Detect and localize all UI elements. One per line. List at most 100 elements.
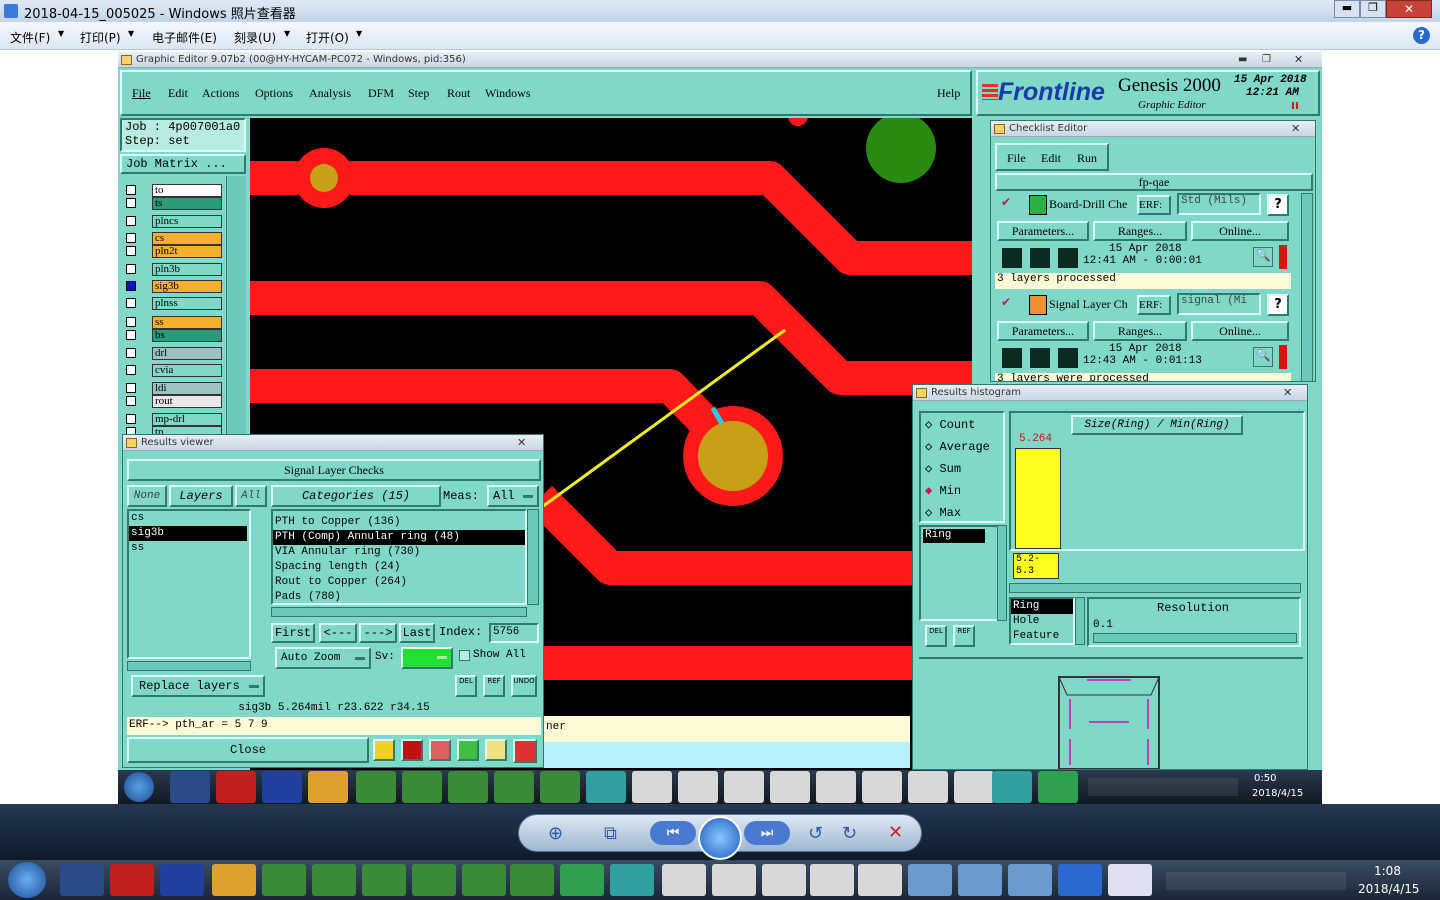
radio-min[interactable]: ◆ Min	[925, 483, 961, 498]
help-icon[interactable]: ?	[1267, 194, 1289, 216]
photo-viewer-icon[interactable]	[958, 864, 1002, 896]
checklist-menu-run[interactable]: Run	[1077, 151, 1097, 166]
close-button[interactable]: ✕	[1386, 0, 1432, 18]
layer-row-ss[interactable]: ss	[126, 316, 222, 329]
results-viewer-close-button[interactable]: ✕	[517, 435, 526, 450]
run-icon[interactable]	[1057, 347, 1079, 369]
layer-name[interactable]: mp-drl	[152, 413, 222, 426]
radio-max[interactable]: ◇ Max	[925, 505, 961, 520]
layer-name[interactable]: ss	[152, 316, 222, 329]
ge-menu-analysis[interactable]: Analysis	[309, 86, 351, 101]
window-icon[interactable]	[770, 771, 810, 803]
excel-icon[interactable]	[262, 864, 306, 896]
frontline-f-icon[interactable]	[1038, 771, 1078, 803]
index-field[interactable]: 5756	[489, 623, 539, 643]
ge-menu-actions[interactable]: Actions	[202, 86, 239, 101]
layer-name[interactable]: drl	[152, 347, 222, 360]
layer-row-plnss[interactable]: plnss	[126, 297, 222, 310]
ie-icon[interactable]	[60, 864, 104, 896]
window-icon[interactable]	[858, 864, 902, 896]
run-icon[interactable]	[1057, 247, 1079, 269]
layer-checkbox[interactable]	[126, 246, 136, 256]
list-item-selected[interactable]: Ring	[923, 529, 985, 543]
layer-checkbox[interactable]	[126, 396, 136, 406]
window-icon[interactable]	[810, 864, 854, 896]
category-list-hscroll[interactable]	[271, 607, 527, 617]
excel-icon[interactable]	[494, 771, 534, 803]
layer-row-cs[interactable]: cs	[126, 232, 222, 245]
start-button[interactable]	[8, 862, 46, 898]
window-icon[interactable]	[662, 864, 706, 896]
erf-value[interactable]: Std (Mils)	[1177, 193, 1261, 215]
ge-close-button[interactable]: ✕	[1294, 52, 1303, 67]
layer-name[interactable]: sig3b	[152, 280, 222, 293]
list-item[interactable]: Rout to Copper (264)	[273, 575, 525, 590]
excel-icon[interactable]	[362, 864, 406, 896]
next-button[interactable]: --->	[359, 623, 397, 643]
ge-min-button[interactable]: ▬	[1238, 52, 1247, 67]
check-mark-icon[interactable]: ✔	[1001, 295, 1011, 309]
window-icon[interactable]	[862, 771, 902, 803]
layer-row-mp-drl[interactable]: mp-drl	[126, 413, 222, 426]
parameters-button[interactable]: Parameters...	[997, 221, 1089, 241]
layer-checkbox[interactable]	[126, 348, 136, 358]
layer-row-cvia[interactable]: cvia	[126, 364, 222, 377]
close-results-button[interactable]: Close	[127, 737, 369, 763]
previous-button[interactable]: ⏮	[650, 821, 696, 845]
meas-select[interactable]: All	[487, 485, 539, 507]
frontline-f-icon[interactable]	[1058, 864, 1102, 896]
layer-row-bs[interactable]: bs	[126, 329, 222, 342]
window-icon[interactable]	[678, 771, 718, 803]
ge-max-button[interactable]: ❐	[1262, 52, 1271, 67]
last-button[interactable]: Last	[399, 623, 435, 643]
delete-icon[interactable]: ✕	[888, 822, 903, 843]
layer-row-pln2t[interactable]: pln2t	[126, 245, 222, 258]
ref-button[interactable]: REF	[483, 675, 505, 697]
first-button[interactable]: First	[271, 623, 315, 643]
list-item[interactable]: PTH to Copper (136)	[273, 515, 525, 530]
checklist-scrollbar[interactable]	[1301, 193, 1313, 381]
zoom-icon[interactable]: ⊕	[548, 823, 563, 844]
photo-viewer-icon[interactable]	[908, 864, 952, 896]
menu-email[interactable]: 电子邮件(E)	[152, 29, 217, 46]
checklist-menu-edit[interactable]: Edit	[1041, 151, 1061, 166]
save-icon[interactable]	[160, 864, 204, 896]
photo-viewer-icon[interactable]	[1008, 864, 1052, 896]
erf-value[interactable]: signal (Mi	[1177, 293, 1261, 315]
window-icon[interactable]	[762, 864, 806, 896]
window-icon[interactable]	[908, 771, 948, 803]
help-icon[interactable]: ?	[1413, 27, 1430, 44]
tool-icon-3[interactable]	[429, 739, 451, 761]
radio-sum[interactable]: ◇ Sum	[925, 461, 961, 476]
layer-checkbox[interactable]	[126, 198, 136, 208]
app-icon[interactable]	[110, 864, 154, 896]
layer-checkbox[interactable]	[126, 264, 136, 274]
maximize-button[interactable]: ❐	[1360, 0, 1386, 18]
ge-menu-dfm[interactable]: DFM	[368, 86, 394, 101]
layer-list-hscroll[interactable]	[127, 661, 251, 671]
online-button[interactable]: Online...	[1191, 321, 1289, 341]
sv-color-select[interactable]	[401, 647, 453, 669]
slideshow-button[interactable]	[698, 816, 742, 860]
list-item[interactable]: Pads (780)	[273, 590, 525, 605]
run-icon[interactable]	[1029, 347, 1051, 369]
layer-checkbox[interactable]	[126, 298, 136, 308]
check-mark-icon[interactable]: ✔	[1001, 195, 1011, 209]
window-icon[interactable]	[954, 771, 994, 803]
layer-name[interactable]: plncs	[152, 215, 222, 228]
next-button[interactable]: ⏭	[744, 821, 790, 845]
rotate-left-icon[interactable]: ↺	[808, 823, 823, 844]
layer-checkbox[interactable]	[126, 414, 136, 424]
shell-icon[interactable]	[212, 864, 256, 896]
hist-del-button[interactable]: DEL	[925, 625, 947, 647]
rotate-right-icon[interactable]: ↻	[842, 823, 857, 844]
genesis-icon[interactable]	[992, 771, 1032, 803]
layer-name[interactable]: bs	[152, 329, 222, 342]
list-item[interactable]: Hole	[1011, 614, 1073, 629]
list-item[interactable]: Feature	[1011, 629, 1073, 644]
start-button[interactable]	[124, 772, 154, 802]
layer-row-pln3b[interactable]: pln3b	[126, 263, 222, 276]
layer-row-to[interactable]: to	[126, 184, 222, 197]
layer-name[interactable]: cvia	[152, 364, 222, 377]
run-icon[interactable]	[1001, 347, 1023, 369]
